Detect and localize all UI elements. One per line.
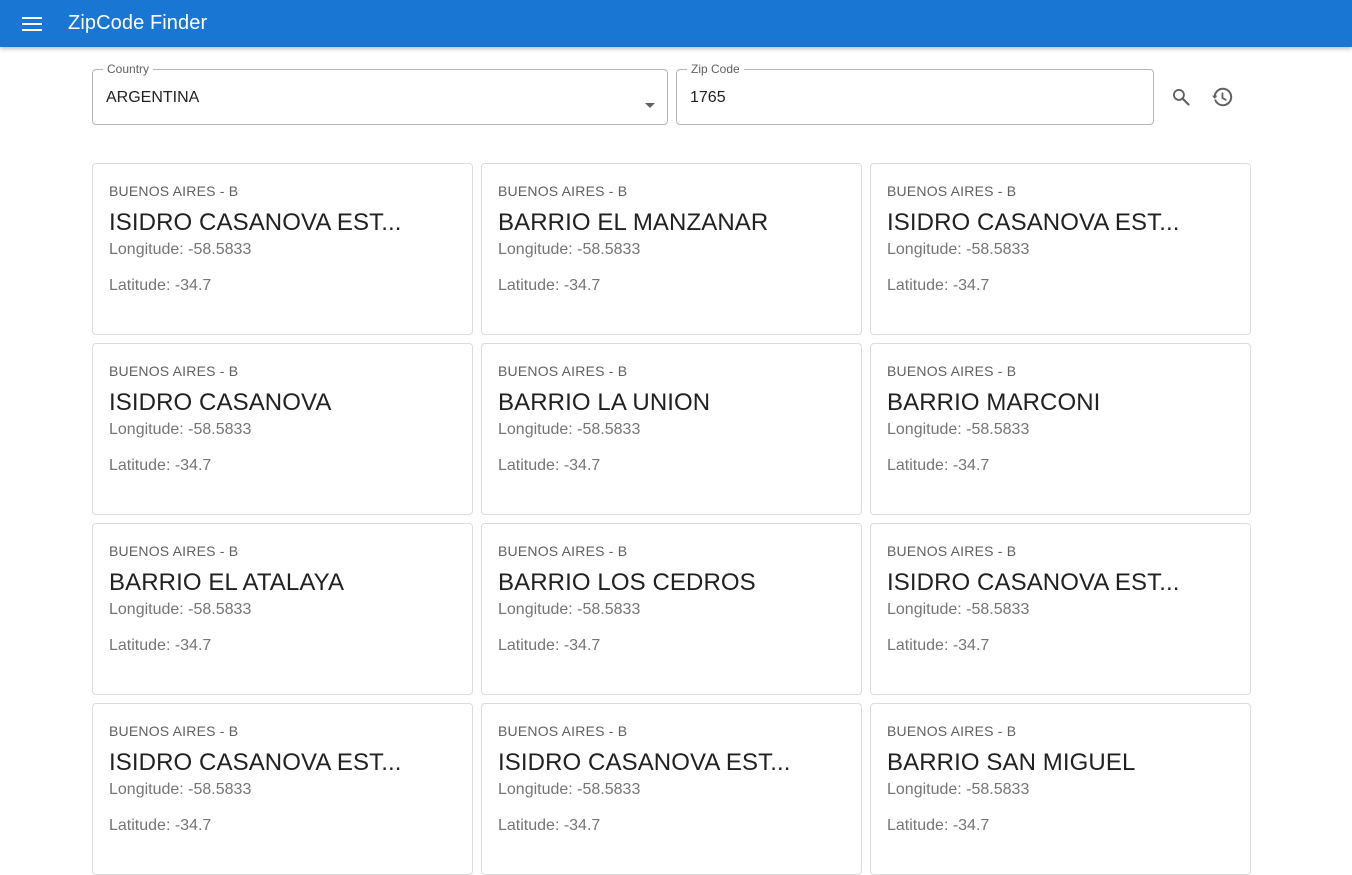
result-card[interactable]: BUENOS AIRES - B BARRIO LOS CEDROS Longitu… — [481, 523, 862, 695]
card-place-name: ISIDRO CASANOVA EST... — [887, 209, 1180, 236]
result-card[interactable]: BUENOS AIRES - B ISIDRO CASANOVA EST... Lo… — [870, 163, 1251, 335]
card-latitude: Latitude: -34.7 — [887, 637, 990, 654]
arrow-drop-down-icon[interactable] — [645, 95, 655, 113]
card-place-name: ISIDRO CASANOVA EST... — [498, 749, 791, 776]
card-longitude: Longitude: -58.5833 — [887, 421, 1030, 438]
result-card[interactable]: BUENOS AIRES - B ISIDRO CASANOVA EST... Lo… — [92, 163, 473, 335]
card-region: BUENOS AIRES - B — [109, 183, 239, 199]
card-region: BUENOS AIRES - B — [109, 543, 239, 559]
card-longitude: Longitude: -58.5833 — [498, 241, 641, 258]
card-place-name: ISIDRO CASANOVA EST... — [109, 209, 402, 236]
card-region: BUENOS AIRES - B — [109, 723, 239, 739]
result-card[interactable]: BUENOS AIRES - B BARRIO SAN MIGUEL Longitu… — [870, 703, 1251, 875]
result-card[interactable]: BUENOS AIRES - B ISIDRO CASANOVA EST... Lo… — [870, 523, 1251, 695]
country-label: Country — [103, 62, 154, 76]
card-place-name: ISIDRO CASANOVA EST... — [109, 749, 402, 776]
search-icon[interactable] — [1168, 84, 1194, 110]
card-region: BUENOS AIRES - B — [498, 363, 628, 379]
card-longitude: Longitude: -58.5833 — [109, 601, 252, 618]
zip-code-field[interactable]: Zip Code — [676, 62, 1154, 125]
card-latitude: Latitude: -34.7 — [498, 457, 601, 474]
search-bar: Country ARGENTINA Zip Code — [92, 62, 1252, 125]
menu-icon[interactable] — [20, 12, 44, 36]
results-grid: BUENOS AIRES - B ISIDRO CASANOVA EST... Lo… — [92, 163, 1251, 875]
card-region: BUENOS AIRES - B — [887, 723, 1017, 739]
card-latitude: Latitude: -34.7 — [887, 277, 990, 294]
card-place-name: BARRIO LOS CEDROS — [498, 569, 756, 596]
card-latitude: Latitude: -34.7 — [887, 457, 990, 474]
result-card[interactable]: BUENOS AIRES - B ISIDRO CASANOVA EST... Lo… — [481, 703, 862, 875]
zip-code-input[interactable] — [690, 88, 1130, 108]
card-latitude: Latitude: -34.7 — [498, 817, 601, 834]
card-longitude: Longitude: -58.5833 — [887, 601, 1030, 618]
result-card[interactable]: BUENOS AIRES - B ISIDRO CASANOVA EST... Lo… — [92, 703, 473, 875]
card-longitude: Longitude: -58.5833 — [887, 781, 1030, 798]
card-place-name: BARRIO EL MANZANAR — [498, 209, 769, 236]
card-place-name: BARRIO MARCONI — [887, 389, 1101, 416]
card-region: BUENOS AIRES - B — [887, 543, 1017, 559]
card-place-name: BARRIO SAN MIGUEL — [887, 749, 1136, 776]
card-longitude: Longitude: -58.5833 — [498, 781, 641, 798]
result-card[interactable]: BUENOS AIRES - B BARRIO EL MANZANAR Longit… — [481, 163, 862, 335]
card-place-name: BARRIO EL ATALAYA — [109, 569, 345, 596]
card-latitude: Latitude: -34.7 — [887, 817, 990, 834]
country-value: ARGENTINA — [106, 89, 200, 106]
card-place-name: ISIDRO CASANOVA EST... — [887, 569, 1180, 596]
card-region: BUENOS AIRES - B — [887, 183, 1017, 199]
card-region: BUENOS AIRES - B — [498, 543, 628, 559]
result-card[interactable]: BUENOS AIRES - B BARRIO LA UNION Longitude… — [481, 343, 862, 515]
app-bar: ZipCode Finder — [0, 0, 1352, 47]
card-longitude: Longitude: -58.5833 — [887, 241, 1030, 258]
card-longitude: Longitude: -58.5833 — [109, 781, 252, 798]
country-select[interactable]: Country ARGENTINA — [92, 62, 668, 125]
history-icon[interactable] — [1209, 84, 1235, 110]
result-card[interactable]: BUENOS AIRES - B ISIDRO CASANOVA Longitude… — [92, 343, 473, 515]
card-region: BUENOS AIRES - B — [498, 183, 628, 199]
card-latitude: Latitude: -34.7 — [109, 637, 212, 654]
card-longitude: Longitude: -58.5833 — [498, 601, 641, 618]
card-place-name: BARRIO LA UNION — [498, 389, 711, 416]
result-card[interactable]: BUENOS AIRES - B BARRIO MARCONI Longitude:… — [870, 343, 1251, 515]
result-card[interactable]: BUENOS AIRES - B BARRIO EL ATALAYA Longitu… — [92, 523, 473, 695]
card-longitude: Longitude: -58.5833 — [498, 421, 641, 438]
card-longitude: Longitude: -58.5833 — [109, 421, 252, 438]
card-latitude: Latitude: -34.7 — [109, 277, 212, 294]
card-latitude: Latitude: -34.7 — [498, 277, 601, 294]
zip-code-label: Zip Code — [687, 62, 744, 76]
card-latitude: Latitude: -34.7 — [109, 817, 212, 834]
card-region: BUENOS AIRES - B — [498, 723, 628, 739]
card-region: BUENOS AIRES - B — [887, 363, 1017, 379]
card-place-name: ISIDRO CASANOVA — [109, 389, 332, 416]
card-longitude: Longitude: -58.5833 — [109, 241, 252, 258]
card-region: BUENOS AIRES - B — [109, 363, 239, 379]
app-title: ZipCode Finder — [68, 12, 208, 34]
card-latitude: Latitude: -34.7 — [109, 457, 212, 474]
card-latitude: Latitude: -34.7 — [498, 637, 601, 654]
